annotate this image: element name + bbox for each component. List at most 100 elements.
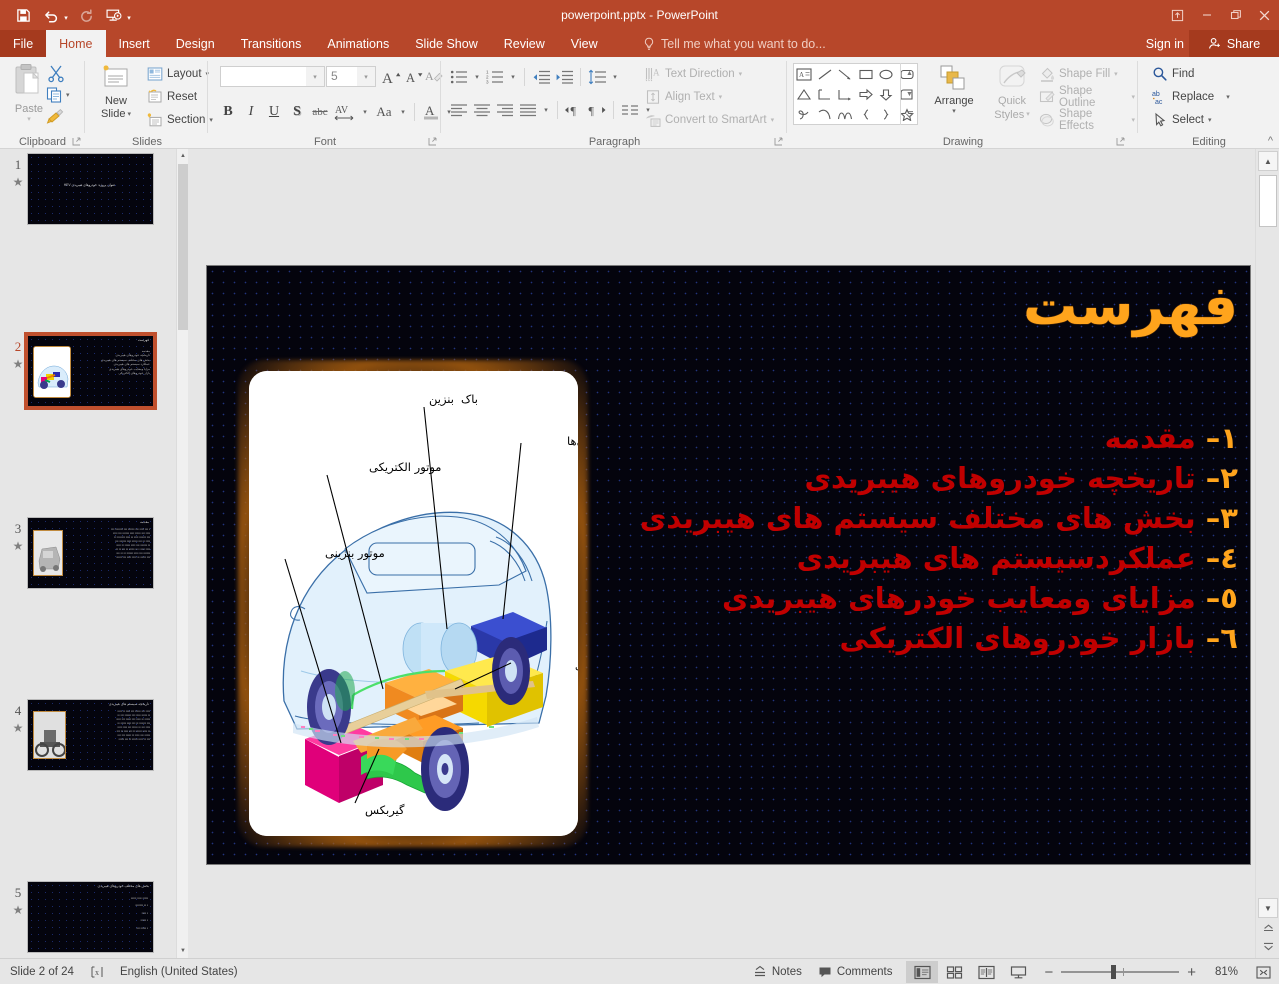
close-icon[interactable] [1250, 0, 1279, 30]
slide-title[interactable]: فهرست [1023, 274, 1238, 337]
next-slide-icon[interactable] [1258, 938, 1278, 954]
columns-button[interactable] [619, 99, 641, 121]
fit-slide-to-window-button[interactable] [1248, 959, 1279, 984]
slide-counter[interactable]: Slide 2 of 24 [0, 959, 82, 984]
shape-down-arrow[interactable] [876, 84, 897, 104]
shape-outline-button[interactable]: Shape Outline ▾ [1036, 85, 1138, 109]
shape-scribble[interactable] [794, 104, 815, 124]
font-size-caret-icon[interactable]: ▾ [357, 67, 375, 86]
font-color-button[interactable]: A [420, 101, 442, 123]
tab-file[interactable]: File [0, 30, 47, 57]
shape-right-brace[interactable] [876, 104, 897, 124]
paragraph-dialog-launcher-icon[interactable] [772, 135, 784, 147]
text-direction-caret-icon[interactable]: ▾ [739, 70, 743, 78]
shapes-gallery-scrollbar[interactable]: ▲ ▼ [900, 63, 918, 125]
copy-button[interactable] [46, 86, 64, 104]
thumbnail-preview-selected[interactable]: فهرست مقدمه تاریخچه خودروهای هیبریدی بخش… [24, 332, 157, 410]
shape-textbox[interactable]: A [794, 64, 815, 84]
shapes-scroll-down-icon[interactable]: ▼ [901, 84, 918, 105]
shape-elbow-arrow-connector[interactable] [835, 84, 856, 104]
shape-fill-button[interactable]: Shape Fill ▾ [1036, 63, 1121, 85]
replace-button[interactable]: ab ac Replace ▾ [1149, 86, 1233, 108]
tab-animations[interactable]: Animations [314, 30, 402, 57]
bold-button[interactable]: B [217, 101, 239, 123]
find-button[interactable]: Find [1149, 63, 1197, 85]
tell-me-search[interactable]: Tell me what you want to do... [643, 30, 826, 57]
shapes-gallery-more-icon[interactable] [901, 104, 918, 125]
current-slide[interactable]: فهرست ١– مقدمه ٢– تاریخچه خودروهای هیبری… [206, 265, 1251, 865]
shape-right-arrow[interactable] [856, 84, 877, 104]
shapes-scroll-up-icon[interactable]: ▲ [901, 63, 918, 84]
change-case-caret-icon[interactable]: ▾ [401, 108, 405, 116]
shape-elbow-connector[interactable] [815, 84, 836, 104]
slideshow-view-button[interactable] [1002, 961, 1034, 983]
text-direction-button[interactable]: A Text Direction ▾ [642, 63, 745, 85]
thumbnail-slide-3[interactable]: 3 ★ مقدمه ▪ ▪▪▪ ▪▪▪▪ ▪▪▪ ▪▪▪▪▪▪ ▪▪▪ ▪▪▪▪… [0, 513, 174, 604]
slide-content-list[interactable]: ١– مقدمه ٢– تاریخچه خودروهای هیبریدی ٣– … [538, 418, 1238, 658]
tab-insert[interactable]: Insert [106, 30, 163, 57]
slide-thumbnail-pane[interactable]: 1 ★ عنوان پروژه: خودروهای هیبریدی HEV 2 … [0, 149, 174, 958]
shape-effects-caret-icon[interactable]: ▾ [1131, 116, 1135, 124]
shape-effects-button[interactable]: Shape Effects ▾ [1036, 108, 1138, 132]
slide-area-scrollbar[interactable]: ▲ ▼ [1255, 149, 1279, 958]
shape-oval[interactable] [876, 64, 897, 84]
thumbnail-slide-1[interactable]: 1 ★ عنوان پروژه: خودروهای هیبریدی HEV [0, 149, 174, 240]
layout-button[interactable]: Layout ▾ [144, 63, 212, 85]
align-text-caret-icon[interactable]: ▾ [719, 93, 723, 101]
shape-fill-caret-icon[interactable]: ▾ [1114, 70, 1118, 78]
slide-sorter-view-button[interactable] [938, 961, 970, 983]
tab-view[interactable]: View [558, 30, 611, 57]
tab-design[interactable]: Design [163, 30, 228, 57]
thumbnail-slide-5[interactable]: 5 ★ بخش های مختلف خودروهای هیبریدی ▪▪▪▪▪… [0, 877, 174, 958]
thumbnail-preview[interactable]: بخش های مختلف خودروهای هیبریدی ▪▪▪▪▪ ▪▪▪… [27, 881, 154, 953]
previous-slide-icon[interactable] [1258, 920, 1278, 936]
character-spacing-button[interactable]: AV [332, 101, 358, 123]
tab-home[interactable]: Home [46, 30, 106, 57]
normal-view-button[interactable] [906, 961, 939, 983]
ltr-direction-button[interactable]: ¶ [563, 99, 585, 121]
numbering-button[interactable]: 123 [484, 66, 506, 88]
sign-in-button[interactable]: Sign in [1146, 30, 1184, 57]
select-button[interactable]: Select ▾ [1149, 109, 1214, 131]
zoom-control[interactable]: − + 81% [1034, 965, 1248, 980]
bullets-caret-icon[interactable]: ▾ [475, 73, 479, 81]
scrollbar-thumb[interactable] [1259, 175, 1277, 227]
increase-font-size-button[interactable]: A [381, 67, 401, 87]
share-button[interactable]: Share [1189, 30, 1279, 57]
bullets-button[interactable] [448, 66, 470, 88]
align-center-button[interactable] [471, 99, 493, 121]
tab-review[interactable]: Review [491, 30, 558, 57]
line-spacing-button[interactable] [586, 66, 608, 88]
rtl-direction-button[interactable]: ¶ [586, 99, 608, 121]
spell-check-icon[interactable]: x [82, 959, 112, 984]
thumbnail-slide-4[interactable]: 4 ★ تاریخچه سیستم های هیبریدی ▪▪▪▪ ▪▪▪ ▪… [0, 695, 174, 786]
comments-button[interactable]: Comments [810, 959, 901, 984]
scroll-down-icon[interactable]: ▼ [1258, 898, 1278, 918]
change-case-button[interactable]: Aa [372, 101, 396, 123]
align-text-button[interactable]: Align Text ▾ [642, 86, 725, 108]
decrease-font-size-button[interactable]: A [404, 67, 424, 87]
quick-styles-button[interactable]: Quick Styles ▾ [986, 63, 1038, 123]
slide-editing-area[interactable]: فهرست ١– مقدمه ٢– تاریخچه خودروهای هیبری… [188, 149, 1255, 958]
italic-button[interactable]: I [240, 101, 262, 123]
font-name-caret-icon[interactable]: ▾ [306, 67, 324, 86]
tab-transitions[interactable]: Transitions [228, 30, 315, 57]
justify-caret-icon[interactable]: ▾ [544, 106, 548, 114]
restore-icon[interactable] [1221, 0, 1250, 30]
thumbnail-pane-scrollbar[interactable]: ▲ ▼ [176, 149, 189, 958]
line-spacing-caret-icon[interactable]: ▾ [613, 73, 617, 81]
collapse-ribbon-icon[interactable]: ^ [1268, 135, 1273, 147]
shape-arrow[interactable] [835, 64, 856, 84]
numbering-caret-icon[interactable]: ▾ [511, 73, 515, 81]
shape-triangle[interactable] [794, 84, 815, 104]
strikethrough-button[interactable]: abc [309, 101, 331, 123]
shape-curve[interactable] [815, 104, 836, 124]
font-dialog-launcher-icon[interactable] [426, 135, 438, 147]
tab-slide-show[interactable]: Slide Show [402, 30, 491, 57]
arrange-button[interactable]: Arrange ▾ [926, 63, 982, 115]
decrease-indent-button[interactable] [530, 66, 552, 88]
thumbnail-preview[interactable]: عنوان پروژه: خودروهای هیبریدی HEV [27, 153, 154, 225]
paste-caret-icon[interactable]: ▾ [27, 115, 31, 123]
zoom-percentage[interactable]: 81% [1204, 966, 1238, 978]
zoom-out-button[interactable]: − [1044, 965, 1053, 980]
